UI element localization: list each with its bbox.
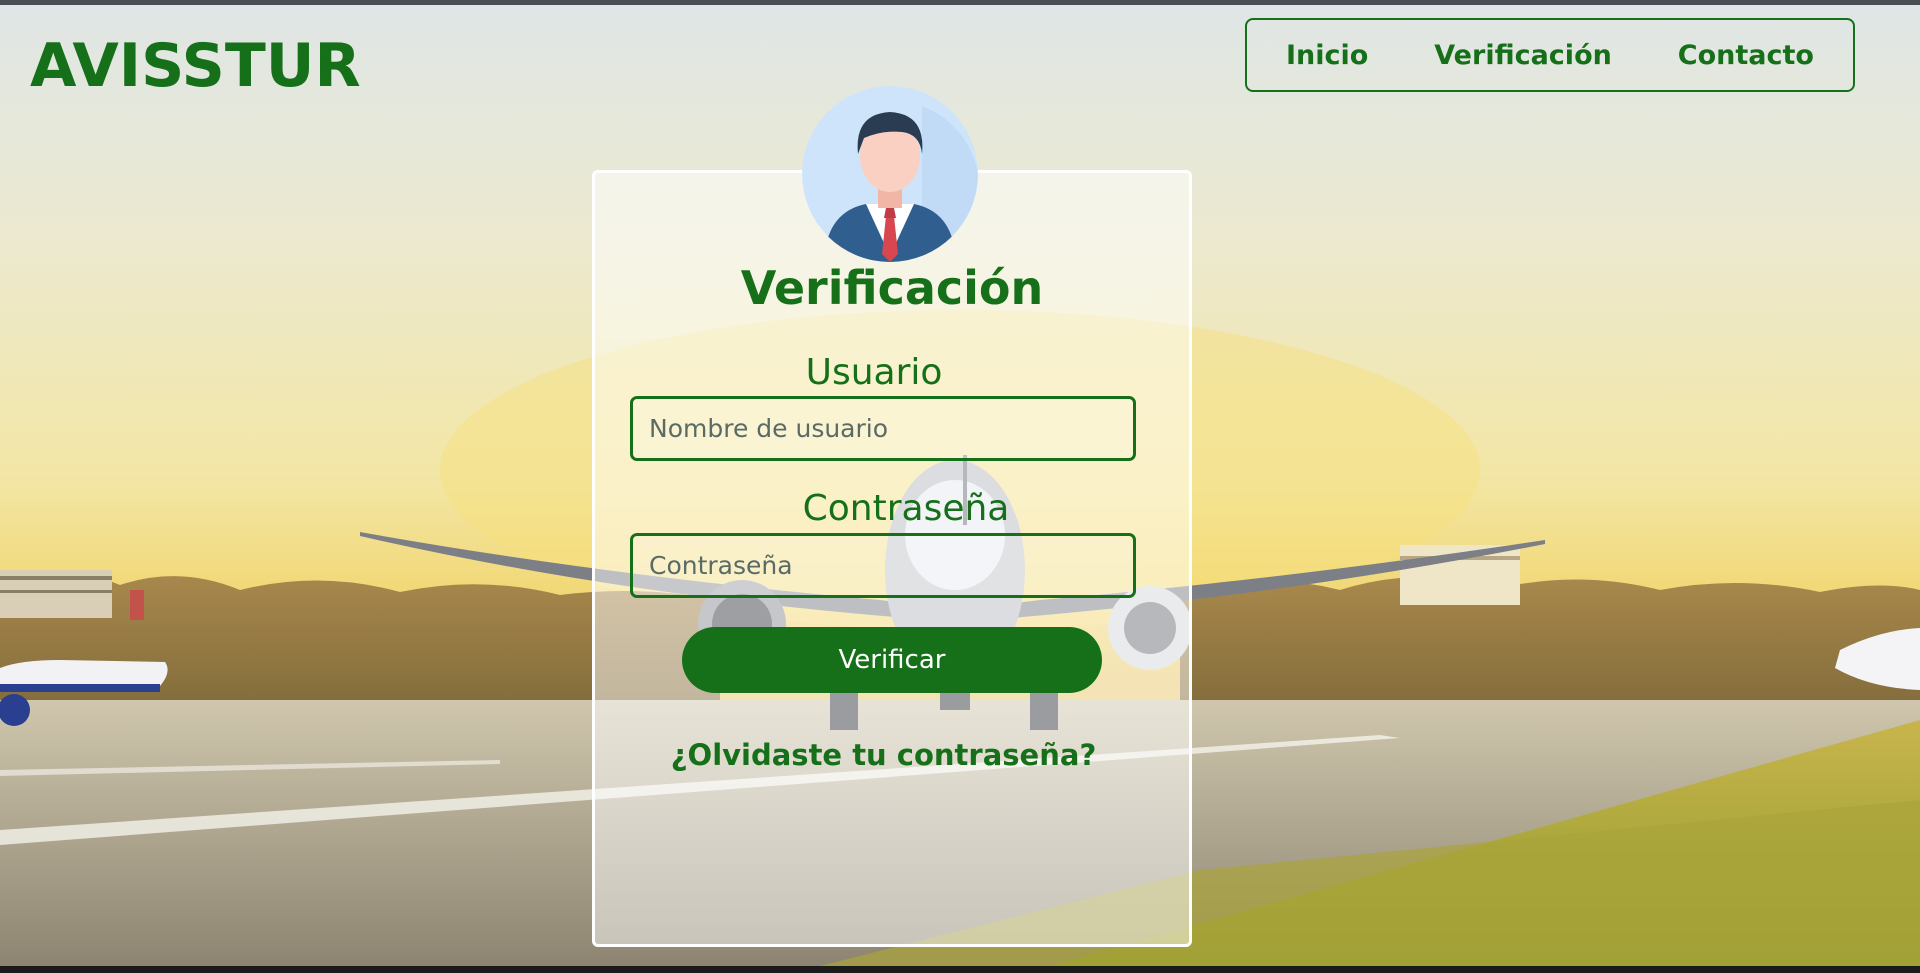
username-label: Usuario [805,352,943,393]
form-title: Verificación [740,261,1044,315]
password-input[interactable] [630,533,1136,598]
username-input[interactable] [630,396,1136,461]
window-bottom-edge [0,966,1920,973]
user-avatar-icon [802,86,978,262]
nav-link-verification[interactable]: Verificación [1434,40,1612,71]
main-nav: Inicio Verificación Contacto [1245,18,1855,92]
window-top-edge [0,0,1920,5]
verify-button[interactable]: Verificar [682,627,1102,693]
password-label: Contraseña [802,488,1010,529]
nav-link-home[interactable]: Inicio [1286,40,1368,71]
nav-link-contact[interactable]: Contacto [1678,40,1814,71]
brand-logo[interactable]: AVISSTUR [30,28,361,104]
forgot-password-link[interactable]: ¿Olvidaste tu contraseña? [592,735,1175,775]
